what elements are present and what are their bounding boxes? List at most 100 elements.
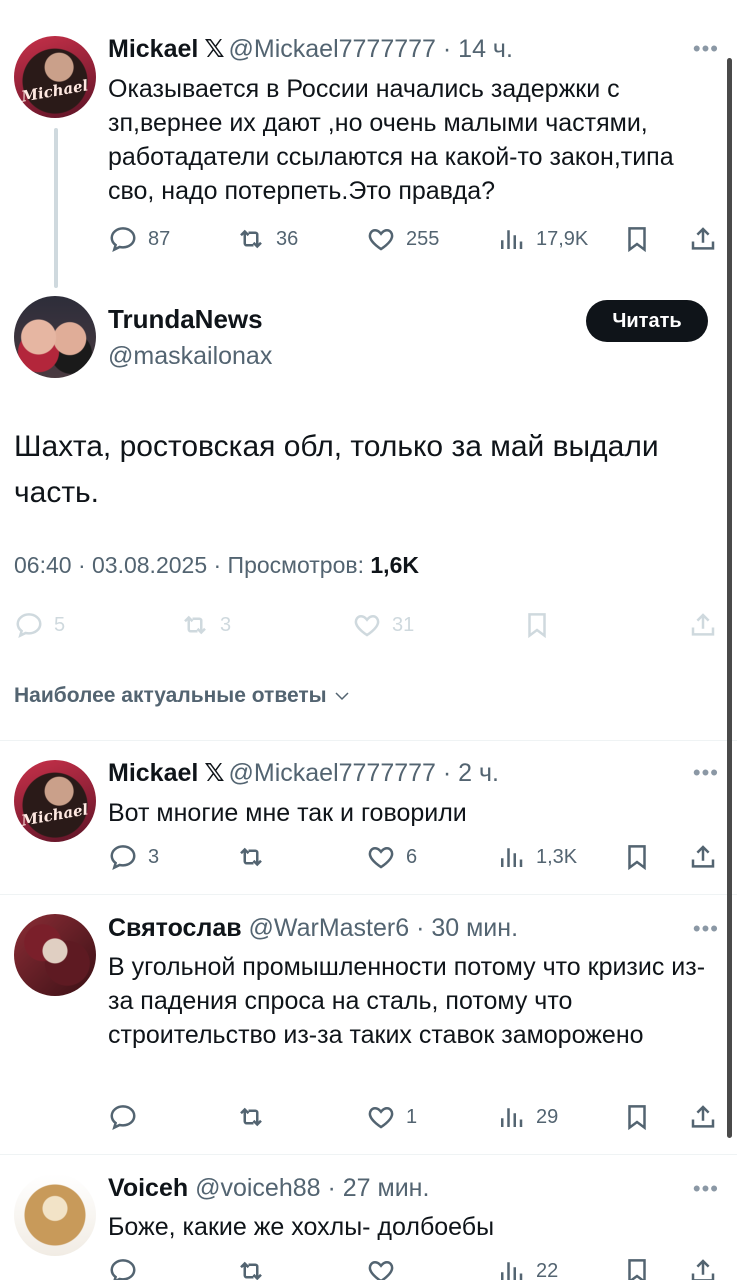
tweet-text: В угольной промышленности потому что кри… [108, 953, 706, 1049]
thread-connector-line [54, 128, 58, 288]
tweet-time[interactable]: · 2 ч. [443, 759, 499, 787]
share-button[interactable] [688, 1102, 718, 1132]
views-button[interactable]: 17,9K [496, 224, 588, 254]
like-button[interactable]: 31 [352, 610, 414, 640]
author-name[interactable]: Святослав [108, 914, 242, 942]
reply-sort-dropdown[interactable]: Наиболее актуальные ответы [14, 684, 351, 708]
author-name[interactable]: Mickael [108, 759, 198, 787]
bookmark-button[interactable] [522, 610, 552, 640]
author-handle[interactable]: @maskailonax [108, 342, 272, 371]
scrollbar[interactable] [727, 58, 732, 1138]
bookmark-button[interactable] [622, 1256, 652, 1280]
repost-button[interactable]: 3 [180, 610, 231, 640]
repost-icon [180, 610, 210, 640]
avatar[interactable] [14, 1174, 96, 1256]
reply-button[interactable] [108, 1256, 138, 1280]
like-button[interactable] [366, 1256, 396, 1280]
author-handle[interactable]: @Mickael7777777 [229, 35, 436, 63]
share-button[interactable] [688, 224, 718, 254]
tweet-header: Святослав @WarMaster6 · 30 мин. [108, 914, 518, 943]
tweet-text: Боже, какие же хохлы- долбоебы [108, 1213, 495, 1241]
like-count: 255 [406, 227, 440, 250]
views-count: 22 [536, 1259, 559, 1280]
repost-count: 3 [220, 613, 232, 636]
views-count: 17,9K [536, 227, 589, 250]
like-count: 6 [406, 845, 418, 868]
share-button[interactable] [688, 1256, 718, 1280]
x-badge-icon: 𝕏 [204, 35, 225, 63]
repost-icon [236, 1102, 266, 1132]
avatar[interactable]: Michael [14, 36, 96, 118]
author-handle[interactable]: @WarMaster6 [249, 914, 410, 942]
share-icon [688, 842, 718, 872]
author-name[interactable]: Voiceh [108, 1174, 188, 1202]
follow-button[interactable]: Читать [586, 300, 708, 342]
reply-button[interactable]: 5 [14, 610, 65, 640]
views-count: 1,3K [536, 845, 578, 868]
views-button[interactable]: 22 [496, 1256, 558, 1280]
share-icon [688, 224, 718, 254]
avatar[interactable]: Michael [14, 760, 96, 842]
reply-icon [108, 842, 138, 872]
avatar[interactable] [14, 296, 96, 378]
repost-button[interactable] [236, 1256, 266, 1280]
chevron-down-icon [335, 692, 349, 701]
share-icon [688, 1256, 718, 1280]
like-count: 31 [392, 613, 415, 636]
like-icon [366, 224, 396, 254]
reply-button[interactable]: 3 [108, 842, 159, 872]
reply-icon [108, 1256, 138, 1280]
tweet-meta: 06:40 · 03.08.2025 · Просмотров: 1,6K [14, 552, 419, 579]
reply-button[interactable] [108, 1102, 148, 1132]
tweet-time[interactable]: · 27 мин. [327, 1174, 429, 1202]
views-total: 1,6K [370, 552, 419, 578]
share-icon [688, 610, 718, 640]
bookmark-icon [622, 1256, 652, 1280]
tweet-time[interactable]: · 30 мин. [416, 914, 518, 942]
like-button[interactable]: 1 [366, 1102, 417, 1132]
reply-icon [108, 1102, 138, 1132]
tweet-header: Voiceh @voiceh88 · 27 мин. [108, 1174, 429, 1203]
author-handle[interactable]: @Mickael7777777 [229, 759, 436, 787]
tweet-actions: 3 6 1,3K [108, 842, 720, 872]
author-name[interactable]: TrundaNews [108, 304, 263, 335]
like-icon [366, 1102, 396, 1132]
tweet-time[interactable]: · 14 ч. [443, 35, 513, 63]
views-button[interactable]: 1,3K [496, 842, 577, 872]
sort-label: Наиболее актуальные ответы [14, 684, 327, 707]
bookmark-button[interactable] [622, 1102, 652, 1132]
divider [0, 894, 737, 895]
views-button[interactable]: 29 [496, 1102, 558, 1132]
repost-button[interactable] [236, 842, 276, 872]
share-button[interactable] [688, 842, 718, 872]
reply-count: 3 [148, 845, 160, 868]
share-icon [688, 1102, 718, 1132]
more-options-icon[interactable]: ••• [693, 1176, 719, 1202]
more-options-icon[interactable]: ••• [693, 916, 719, 942]
views-icon [496, 842, 526, 872]
bookmark-button[interactable] [622, 842, 652, 872]
more-options-icon[interactable]: ••• [693, 36, 719, 62]
tweet-timestamp[interactable]: 06:40 · 03.08.2025 · Просмотров: [14, 552, 370, 578]
avatar[interactable] [14, 914, 96, 996]
bookmark-icon [622, 1102, 652, 1132]
bookmark-icon [522, 610, 552, 640]
like-count: 1 [406, 1105, 418, 1128]
repost-button[interactable] [236, 1102, 276, 1132]
author-name[interactable]: Mickael [108, 35, 198, 63]
tweet-header: Mickael 𝕏 @Mickael7777777 · 2 ч. [108, 758, 499, 788]
views-icon [496, 1256, 526, 1280]
like-button[interactable]: 6 [366, 842, 417, 872]
bookmark-button[interactable] [622, 224, 652, 254]
reply-count: 87 [148, 227, 171, 250]
author-handle[interactable]: @voiceh88 [195, 1174, 320, 1202]
reply-icon [14, 610, 44, 640]
share-button[interactable] [688, 610, 718, 640]
repost-button[interactable]: 36 [236, 224, 298, 254]
more-options-icon[interactable]: ••• [693, 760, 719, 786]
repost-icon [236, 1256, 266, 1280]
reply-button[interactable]: 87 [108, 224, 170, 254]
like-icon [352, 610, 382, 640]
like-button[interactable]: 255 [366, 224, 439, 254]
x-badge-icon: 𝕏 [204, 759, 225, 787]
